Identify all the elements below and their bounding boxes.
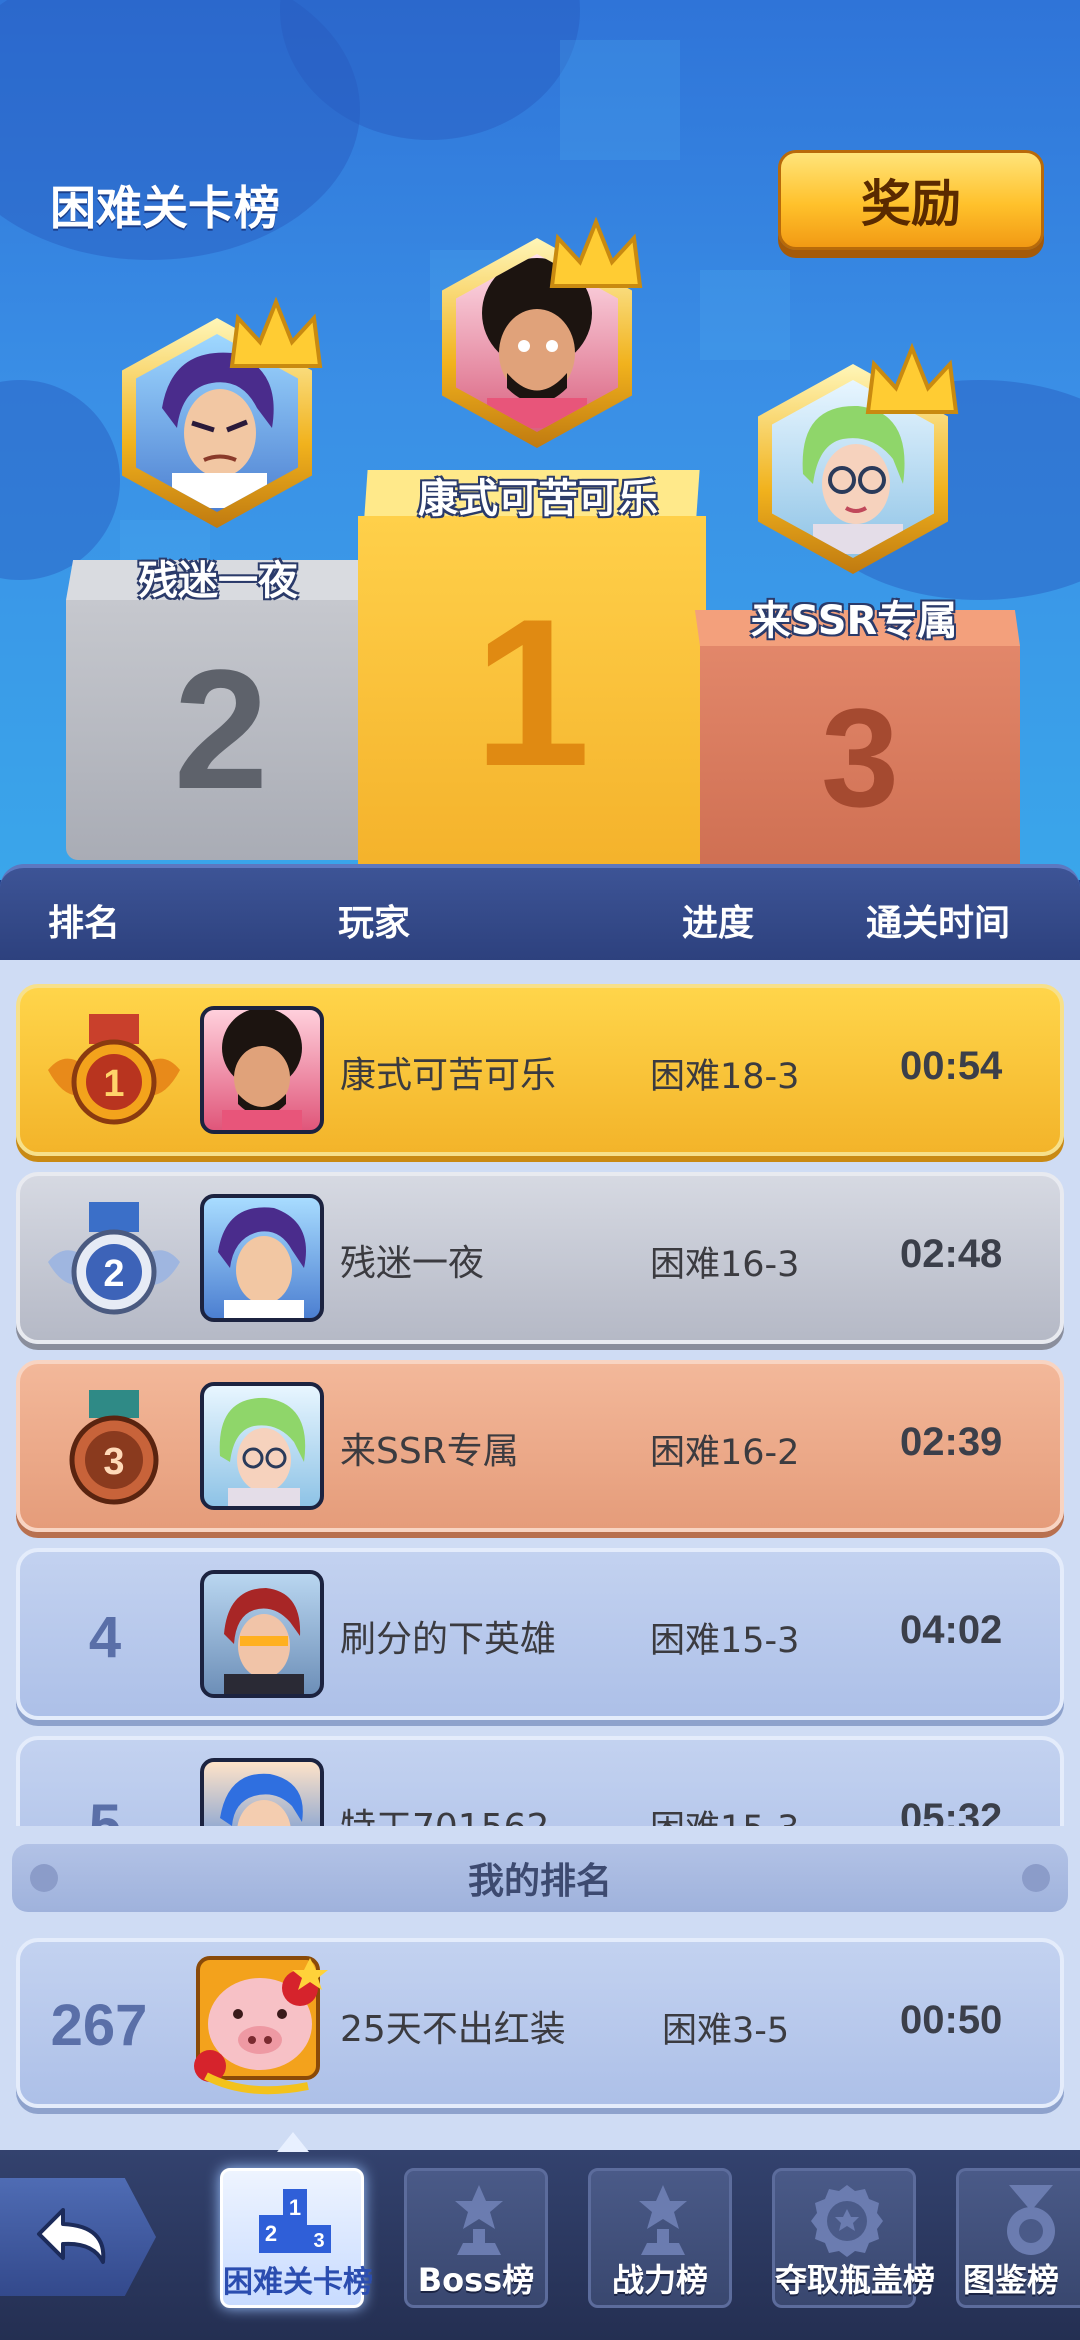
podium-name-3: 来SSR专属: [750, 598, 958, 644]
clear-time: 04:02: [900, 1608, 1003, 1652]
tab-boss[interactable]: Boss榜: [404, 2168, 548, 2308]
player-name: 来SSR专属: [340, 1431, 519, 1472]
tab-label: Boss榜: [417, 2261, 535, 2299]
crown-icon: [229, 296, 323, 368]
tab-label: 困难关卡榜: [223, 2265, 373, 2300]
player-name: 康式可苦可乐: [340, 1055, 557, 1096]
gold-medal-icon: 1: [48, 1014, 180, 1125]
my-rank-bar: 我的排名: [12, 1844, 1068, 1912]
clear-time: 02:39: [900, 1420, 1003, 1464]
medal-icon: [1007, 2185, 1055, 2255]
podium-rank-2: 2: [66, 600, 376, 860]
podium-rank-1: 1: [358, 516, 706, 870]
back-button[interactable]: [0, 2178, 156, 2296]
progress-value: 困难16-2: [650, 1433, 800, 1473]
header-progress: 进度: [682, 903, 755, 944]
header-player: 玩家: [338, 903, 411, 944]
podium-name-1: 康式可苦可乐: [418, 476, 658, 522]
podium-rank-3: 3: [700, 646, 1020, 870]
tab-bottle-cap[interactable]: 夺取瓶盖榜: [772, 2168, 936, 2308]
progress-value: 困难16-3: [650, 1245, 800, 1285]
table-row[interactable]: 2 残迷一夜 困难16-3 02:48: [16, 1172, 1064, 1344]
clear-time: 00:54: [900, 1044, 1003, 1088]
clear-time: 00:50: [900, 1998, 1003, 2042]
table-row[interactable]: 1 康式可苦可乐 困难18-3 00:54: [16, 984, 1064, 1156]
table-row[interactable]: 4 刷分的下英雄 困难15-3 04:02: [16, 1548, 1064, 1720]
crown-icon: [865, 342, 959, 414]
podium-third: 3: [694, 610, 1020, 870]
progress-value: 困难3-5: [662, 2011, 790, 2051]
tab-power[interactable]: 战力榜: [588, 2168, 732, 2308]
clear-time: 02:48: [900, 1232, 1003, 1276]
tab-collection[interactable]: 图鉴榜: [956, 2168, 1080, 2308]
crown-icon: [549, 216, 643, 288]
tab-label: 图鉴榜: [963, 2261, 1060, 2299]
pig-avatar-icon[interactable]: [188, 1948, 338, 2104]
board-title: 困难关卡榜: [50, 181, 280, 235]
bottle-cap-icon: [811, 2185, 883, 2257]
active-tab-indicator: [277, 2132, 309, 2152]
tab-label: 战力榜: [611, 2261, 708, 2299]
svg-text:1: 1: [103, 1063, 124, 1105]
podium-avatar-2[interactable]: [122, 296, 323, 528]
table-header: 排名 玩家 进度 通关时间: [0, 864, 1080, 960]
reward-button[interactable]: 奖励: [778, 150, 1044, 250]
avatar[interactable]: [200, 1382, 324, 1510]
player-name: 25天不出红装: [340, 2009, 566, 2050]
header-rank: 排名: [48, 903, 121, 944]
collapse-dot-icon: [1022, 1864, 1050, 1892]
podium-first: 1: [358, 470, 706, 870]
player-name: 残迷一夜: [340, 1243, 485, 1284]
tab-label: 夺取瓶盖榜: [775, 2261, 936, 2299]
my-rank-row[interactable]: 267 25天不出红装 困难3-5 00:50: [16, 1938, 1064, 2108]
avatar[interactable]: [200, 1194, 324, 1322]
player-name: 刷分的下英雄: [340, 1619, 557, 1660]
svg-text:1: 1: [289, 2195, 301, 2220]
svg-text:3: 3: [103, 1441, 124, 1483]
rank-number: 4: [88, 1605, 122, 1670]
back-arrow-icon: [37, 2208, 106, 2264]
svg-text:3: 3: [313, 2230, 324, 2252]
avatar[interactable]: [200, 1570, 324, 1698]
progress-value: 困难15-3: [650, 1621, 800, 1661]
silver-medal-icon: 2: [48, 1202, 180, 1315]
table-row[interactable]: 3 来SSR专属 困难16-2 02:39: [16, 1360, 1064, 1532]
podium-icon: 1 2 3: [259, 2189, 331, 2253]
progress-value: 困难18-3: [650, 1057, 800, 1097]
svg-text:2: 2: [265, 2221, 277, 2246]
podium-avatar-1[interactable]: [442, 216, 643, 448]
bronze-medal-icon: 3: [69, 1390, 159, 1505]
podium-name-2: 残迷一夜: [138, 558, 298, 604]
collapse-dot-icon: [30, 1864, 58, 1892]
podium-avatar-3[interactable]: [758, 342, 959, 574]
star-trophy-icon: [455, 2185, 503, 2255]
tab-hard-stage[interactable]: 1 2 3 困难关卡榜: [220, 2168, 373, 2308]
star-trophy-icon: [639, 2185, 687, 2255]
my-rank-label: 我的排名: [467, 1861, 612, 1902]
header-time: 通关时间: [866, 903, 1011, 944]
rank-number: 267: [50, 1993, 148, 2058]
svg-text:2: 2: [103, 1253, 124, 1295]
avatar[interactable]: [200, 1006, 324, 1134]
